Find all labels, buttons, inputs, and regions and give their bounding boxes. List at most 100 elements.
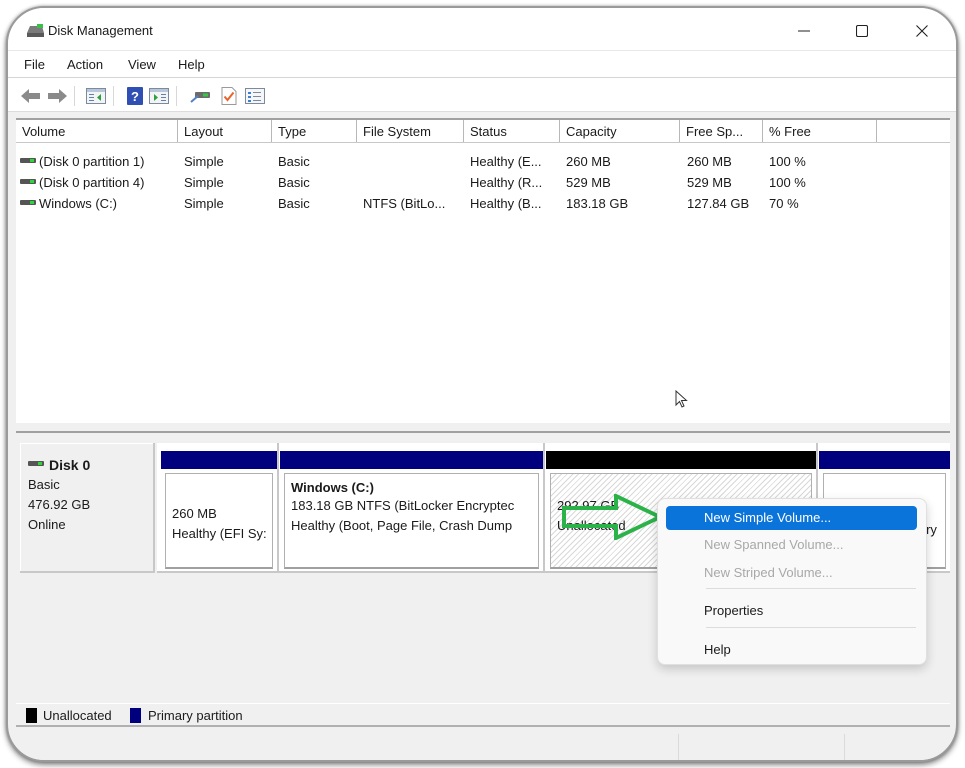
minimize-icon bbox=[798, 30, 810, 32]
menu-item-help[interactable]: Help bbox=[666, 638, 917, 662]
toolbar-separator bbox=[113, 86, 114, 106]
capacity-cell: 529 MB bbox=[566, 175, 611, 190]
pane-splitter[interactable] bbox=[16, 423, 950, 433]
annotation-arrow-icon bbox=[562, 494, 664, 540]
column-header-type[interactable]: Type bbox=[272, 120, 357, 142]
file-system-cell: NTFS (BitLo... bbox=[363, 196, 446, 211]
capacity-cell: 260 MB bbox=[566, 154, 611, 169]
disk-type: Basic bbox=[28, 477, 60, 492]
disk-size: 476.92 GB bbox=[28, 497, 91, 512]
window-title: Disk Management bbox=[48, 23, 153, 38]
table-row[interactable]: (Disk 0 partition 1) Simple Basic Health… bbox=[16, 152, 950, 173]
mouse-cursor-icon bbox=[675, 390, 688, 408]
list-view-icon bbox=[245, 88, 265, 104]
status-bar-divider bbox=[678, 734, 679, 760]
back-arrow-icon bbox=[21, 89, 40, 103]
partition-divider bbox=[277, 443, 279, 571]
column-header-volume[interactable]: Volume bbox=[16, 120, 178, 142]
partition-status: Healthy (EFI Sy: bbox=[172, 526, 267, 541]
volume-name: (Disk 0 partition 4) bbox=[39, 175, 145, 190]
disk-0-label[interactable]: Disk 0 Basic 476.92 GB Online bbox=[20, 443, 155, 573]
partition-windows-c[interactable]: Windows (C:) 183.18 GB NTFS (BitLocker E… bbox=[280, 451, 543, 573]
status-cell: Healthy (R... bbox=[470, 175, 543, 190]
menu-view[interactable]: View bbox=[128, 57, 156, 72]
help-button[interactable]: ? bbox=[124, 86, 146, 106]
forward-button[interactable] bbox=[46, 86, 68, 106]
table-row[interactable]: (Disk 0 partition 4) Simple Basic Health… bbox=[16, 173, 950, 194]
toolbar-separator bbox=[74, 86, 75, 106]
legend-label-unallocated: Unallocated bbox=[43, 708, 112, 723]
connect-disk-icon bbox=[190, 92, 210, 103]
menu-separator bbox=[706, 627, 916, 628]
maximize-button[interactable] bbox=[842, 18, 882, 44]
partition-body: Windows (C:) 183.18 GB NTFS (BitLocker E… bbox=[284, 473, 539, 569]
menu-file[interactable]: File bbox=[24, 57, 45, 72]
volume-disk-icon bbox=[20, 158, 36, 164]
partition-body: 260 MB Healthy (EFI Sy: bbox=[165, 473, 273, 569]
properties-check-icon bbox=[221, 87, 237, 105]
partition-color-bar bbox=[161, 451, 277, 469]
svg-text:?: ? bbox=[131, 89, 139, 104]
status-bar-divider bbox=[844, 734, 845, 760]
forward-arrow-icon bbox=[48, 89, 67, 103]
disk-management-app-icon bbox=[27, 24, 44, 37]
partition-size: 260 MB bbox=[172, 506, 217, 521]
close-button[interactable] bbox=[902, 18, 942, 44]
type-cell: Basic bbox=[278, 154, 310, 169]
toolbar-separator bbox=[176, 86, 177, 106]
menu-help[interactable]: Help bbox=[178, 57, 205, 72]
column-header-percent-free[interactable]: % Free bbox=[763, 120, 877, 142]
type-cell: Basic bbox=[278, 175, 310, 190]
layout-cell: Simple bbox=[184, 154, 224, 169]
volume-name: Windows (C:) bbox=[39, 196, 118, 211]
disk-name: Disk 0 bbox=[49, 457, 91, 473]
legend-label-primary: Primary partition bbox=[148, 708, 243, 723]
menu-item-new-striped-volume[interactable]: New Striped Volume... bbox=[666, 561, 917, 585]
legend-swatch-unallocated bbox=[26, 708, 37, 723]
column-header-capacity[interactable]: Capacity bbox=[560, 120, 680, 142]
free-space-cell: 260 MB bbox=[687, 154, 732, 169]
column-header-layout[interactable]: Layout bbox=[178, 120, 272, 142]
volume-name: (Disk 0 partition 1) bbox=[39, 154, 145, 169]
percent-free-cell: 100 % bbox=[769, 154, 806, 169]
volume-disk-icon bbox=[20, 200, 36, 206]
show-hide-action-pane-button[interactable] bbox=[148, 86, 170, 106]
menu-action[interactable]: Action bbox=[67, 57, 103, 72]
menu-item-new-simple-volume[interactable]: New Simple Volume... bbox=[666, 506, 917, 530]
volume-list: Volume Layout Type File System Status Ca… bbox=[16, 118, 950, 423]
column-header-free-space[interactable]: Free Sp... bbox=[680, 120, 763, 142]
partition-status: Healthy (Boot, Page File, Crash Dump bbox=[291, 518, 513, 533]
minimize-button[interactable] bbox=[784, 18, 824, 44]
legend-swatch-primary bbox=[130, 708, 141, 723]
maximize-icon bbox=[856, 25, 868, 37]
type-cell: Basic bbox=[278, 196, 310, 211]
properties-button[interactable] bbox=[218, 86, 240, 106]
partition-color-bar bbox=[819, 451, 950, 469]
status-cell: Healthy (E... bbox=[470, 154, 542, 169]
menu-bar: File Action View Help bbox=[8, 50, 956, 78]
show-hide-console-tree-icon bbox=[86, 88, 106, 104]
column-header-status[interactable]: Status bbox=[464, 120, 560, 142]
legend: Unallocated Primary partition bbox=[16, 703, 950, 727]
partition-divider bbox=[543, 443, 545, 571]
connect-disk-button[interactable] bbox=[190, 86, 212, 106]
partition-title: Windows (C:) bbox=[291, 480, 374, 495]
partition-efi[interactable]: 260 MB Healthy (EFI Sy: bbox=[161, 451, 277, 573]
table-row[interactable]: Windows (C:) Simple Basic NTFS (BitLo...… bbox=[16, 194, 950, 215]
column-header-file-system[interactable]: File System bbox=[357, 120, 464, 142]
menu-item-new-spanned-volume[interactable]: New Spanned Volume... bbox=[666, 533, 917, 557]
volume-cell: (Disk 0 partition 4) bbox=[20, 175, 144, 190]
free-space-cell: 529 MB bbox=[687, 175, 732, 190]
partition-color-bar bbox=[280, 451, 543, 469]
disk-state: Online bbox=[28, 517, 66, 532]
partition-size: 183.18 GB NTFS (BitLocker Encryptec bbox=[291, 498, 515, 513]
menu-item-properties[interactable]: Properties bbox=[666, 599, 917, 623]
disk-icon bbox=[28, 461, 44, 466]
context-menu: New Simple Volume... New Spanned Volume.… bbox=[657, 498, 927, 665]
show-hide-console-tree-button[interactable] bbox=[85, 86, 107, 106]
close-icon bbox=[916, 25, 928, 37]
list-view-button[interactable] bbox=[244, 86, 266, 106]
back-button[interactable] bbox=[20, 86, 42, 106]
status-bar bbox=[8, 730, 956, 760]
volume-list-header: Volume Layout Type File System Status Ca… bbox=[16, 120, 950, 143]
